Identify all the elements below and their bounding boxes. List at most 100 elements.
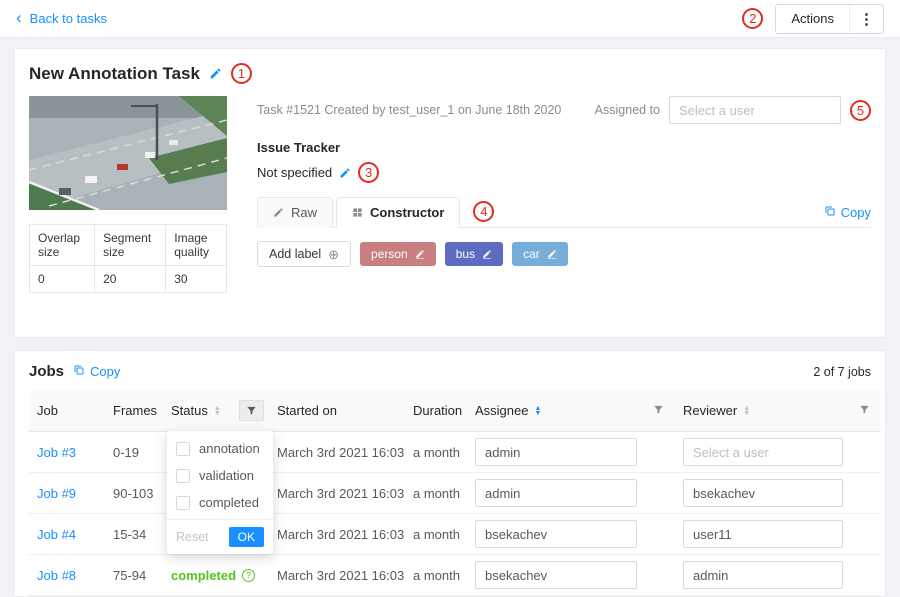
label-name: person [371,247,408,261]
tab-constructor[interactable]: Constructor [336,197,460,228]
jobs-count: 2 of 7 jobs [813,365,871,379]
column-header-status[interactable]: Status▲▼ [163,390,231,432]
filter-ok-button[interactable]: OK [229,527,264,547]
label-name: bus [456,247,475,261]
reviewer-input[interactable] [683,520,843,548]
annotation-number-2: 2 [742,8,763,29]
copy-jobs-button[interactable]: Copy [73,364,120,379]
job-row-8: Job #8 75-94 completed ? March 3rd 2021 … [29,555,881,596]
jobs-title: Jobs [29,363,64,380]
job-link[interactable]: Job #3 [37,445,76,460]
jobs-table: Job Frames Status▲▼ Started on Duration … [29,390,881,596]
column-header-assignee[interactable]: Assignee▲▼ [467,390,645,432]
edit-label-icon[interactable] [482,249,492,259]
started-cell: March 3rd 2021 16:03 [269,473,405,514]
reviewer-input[interactable] [683,438,843,466]
reviewer-input[interactable] [683,561,843,589]
checkbox-completed[interactable] [176,496,190,510]
edit-label-icon[interactable] [415,249,425,259]
assignee-filter-icon[interactable] [653,404,664,415]
assigned-to-input[interactable] [669,96,841,124]
job-row-3: Job #3 0-19 March 3rd 2021 16:03 a month [29,432,881,473]
assignee-input[interactable] [475,438,637,466]
edit-issue-tracker-icon[interactable] [339,167,351,179]
filter-option-validation[interactable]: validation [167,462,273,489]
param-header-overlap: Overlap size [30,225,95,266]
filter-option-annotation[interactable]: annotation [167,435,273,462]
back-to-tasks-link[interactable]: ‹ Back to tasks [16,11,107,26]
task-title: New Annotation Task [29,64,200,84]
status-filter-icon[interactable] [239,400,264,421]
actions-button[interactable]: Actions [776,5,849,33]
checkbox-validation[interactable] [176,469,190,483]
label-chip-car[interactable]: car [512,242,568,266]
edit-title-icon[interactable] [209,67,222,80]
actions-button-group: Actions ⋮ [775,4,884,34]
reviewer-filter-icon[interactable] [859,404,870,415]
column-header-frames: Frames [105,390,163,432]
assignee-input[interactable] [475,561,637,589]
frames-cell: 0-19 [105,432,163,473]
jobs-card: Jobs Copy 2 of 7 jobs Job Frames Status▲… [14,350,886,597]
assignee-input[interactable] [475,520,637,548]
duration-cell: a month [405,555,467,596]
edit-label-icon[interactable] [547,249,557,259]
copy-icon [824,205,836,220]
job-row-4: Job #4 15-34 March 3rd 2021 16:03 a mont… [29,514,881,555]
vertical-dots-icon: ⋮ [859,10,874,28]
reviewer-filter-cell [851,390,881,432]
task-meta: Task #1521 Created by test_user_1 on Jun… [257,103,561,117]
annotation-number-4: 4 [473,201,494,222]
add-label-button[interactable]: Add label ⊕ [257,241,351,267]
more-actions-button[interactable]: ⋮ [849,5,883,33]
filter-option-completed[interactable]: completed [167,489,273,516]
sort-icons: ▲▼ [214,407,221,416]
frames-cell: 15-34 [105,514,163,555]
plus-circle-icon: ⊕ [328,248,339,261]
started-cell: March 3rd 2021 16:03 [269,555,405,596]
block-icon [352,207,363,218]
tab-raw-label: Raw [291,205,317,220]
filter-option-label: validation [199,468,254,483]
job-link[interactable]: Job #9 [37,486,76,501]
duration-cell: a month [405,473,467,514]
status-help-icon[interactable]: ? [242,569,255,582]
copy-labels-button[interactable]: Copy [824,205,871,227]
label-name: car [523,247,540,261]
duration-cell: a month [405,432,467,473]
column-header-reviewer[interactable]: Reviewer▲▼ [675,390,851,432]
param-header-quality: Image quality [166,225,227,266]
tab-raw[interactable]: Raw [257,197,333,228]
status-cell: completed ? [163,555,231,596]
duration-cell: a month [405,514,467,555]
back-chevron-icon: ‹ [16,9,22,26]
status-filter-dropdown: annotation validation completed Reset OK [167,431,273,554]
filter-option-label: completed [199,495,259,510]
checkbox-annotation[interactable] [176,442,190,456]
issue-tracker-value: Not specified [257,165,332,180]
issue-tracker-label: Issue Tracker [257,140,871,155]
assigned-to-label: Assigned to [595,103,660,117]
label-chip-person[interactable]: person [360,242,436,266]
column-header-job: Job [29,390,105,432]
job-link[interactable]: Job #4 [37,527,76,542]
jobs-header-row: Job Frames Status▲▼ Started on Duration … [29,390,881,432]
pencil-icon [273,207,284,218]
column-header-duration: Duration [405,390,467,432]
caret-down-icon: ▼ [743,412,750,416]
task-preview-image [29,96,227,210]
label-chip-bus[interactable]: bus [445,242,503,266]
copy-label: Copy [90,364,120,379]
started-cell: March 3rd 2021 16:03 [269,432,405,473]
frames-cell: 90-103 [105,473,163,514]
reviewer-input[interactable] [683,479,843,507]
assignee-input[interactable] [475,479,637,507]
job-link[interactable]: Job #8 [37,568,76,583]
task-params-table: Overlap size Segment size Image quality … [29,224,227,293]
job-row-9: Job #9 90-103 March 3rd 2021 16:03 a mon… [29,473,881,514]
param-header-segment: Segment size [95,225,166,266]
annotation-number-1: 1 [231,63,252,84]
param-value-quality: 30 [166,266,227,293]
filter-reset-button[interactable]: Reset [176,530,209,544]
task-details-card: New Annotation Task 1 [14,48,886,338]
